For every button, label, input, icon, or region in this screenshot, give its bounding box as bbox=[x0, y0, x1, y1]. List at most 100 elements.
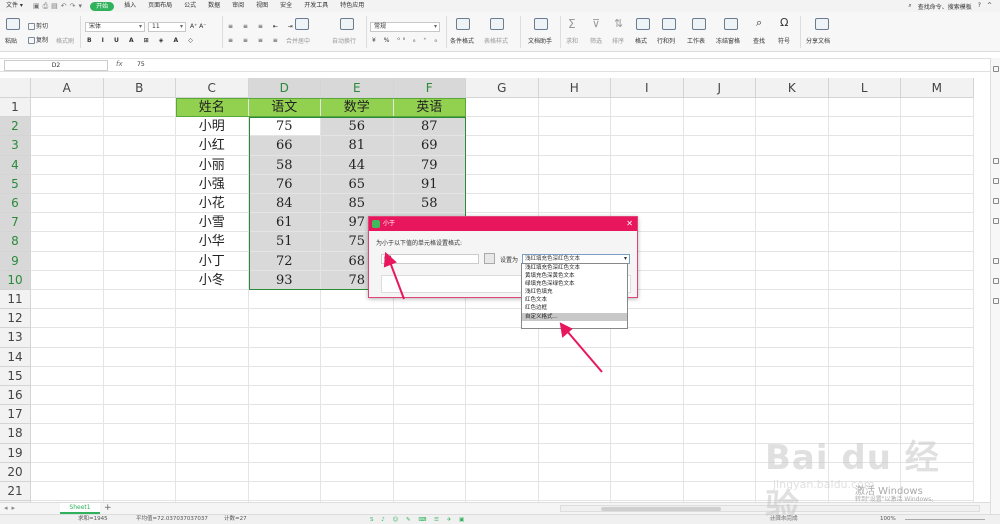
cell-l6[interactable] bbox=[828, 194, 901, 214]
column-header-l[interactable]: L bbox=[828, 78, 901, 98]
cell-b20[interactable] bbox=[103, 462, 176, 482]
row-header-12[interactable]: 12 bbox=[0, 309, 31, 329]
cell-b16[interactable] bbox=[103, 386, 176, 406]
cell-d20[interactable] bbox=[248, 462, 321, 482]
cell-b10[interactable] bbox=[103, 270, 176, 290]
sum-icon[interactable]: Σ bbox=[568, 18, 576, 30]
cell-h13[interactable] bbox=[538, 328, 611, 348]
filter-button[interactable]: 筛选 bbox=[590, 38, 602, 46]
font-name-select[interactable]: 宋体 bbox=[85, 22, 145, 32]
help-icon[interactable]: ? bbox=[978, 2, 981, 11]
cell-a1[interactable] bbox=[31, 98, 104, 118]
cell-b15[interactable] bbox=[103, 366, 176, 386]
cell-l14[interactable] bbox=[828, 347, 901, 367]
cell-c6[interactable]: 小花 bbox=[176, 194, 249, 214]
side-tool-icon[interactable] bbox=[993, 158, 999, 164]
cell-j9[interactable] bbox=[683, 251, 756, 271]
cell-d18[interactable] bbox=[248, 424, 321, 444]
dropdown-option-custom-format[interactable]: 自定义格式... bbox=[522, 312, 627, 321]
cell-j17[interactable] bbox=[683, 405, 756, 425]
cell-b6[interactable] bbox=[103, 194, 176, 214]
cell-d14[interactable] bbox=[248, 347, 321, 367]
preview-icon[interactable]: ▤ bbox=[51, 2, 58, 10]
cell-k15[interactable] bbox=[756, 366, 829, 386]
row-header-5[interactable]: 5 bbox=[0, 174, 31, 194]
cell-h1[interactable] bbox=[538, 98, 611, 118]
cell-c21[interactable] bbox=[176, 482, 249, 502]
cell-m6[interactable] bbox=[901, 194, 974, 214]
cell-e16[interactable] bbox=[321, 386, 394, 406]
cell-g16[interactable] bbox=[466, 386, 539, 406]
cell-k1[interactable] bbox=[756, 98, 829, 118]
worksheet-button[interactable]: 工作表 bbox=[687, 38, 705, 46]
sheet-nav-arrows[interactable]: ◂▸ bbox=[4, 504, 19, 512]
cell-c18[interactable] bbox=[176, 424, 249, 444]
table-style-icon[interactable] bbox=[490, 18, 504, 30]
cell-a9[interactable] bbox=[31, 251, 104, 271]
cell-d4[interactable]: 58 bbox=[248, 155, 321, 175]
column-header-c[interactable]: C bbox=[176, 78, 249, 98]
cell-j7[interactable] bbox=[683, 213, 756, 233]
cell-g4[interactable] bbox=[466, 155, 539, 175]
cell-d10[interactable]: 93 bbox=[248, 270, 321, 290]
save-icon[interactable]: ▣ bbox=[33, 2, 40, 10]
tab-data[interactable]: 数据 bbox=[202, 0, 226, 12]
name-box[interactable]: D2 bbox=[4, 60, 108, 71]
cell-m13[interactable] bbox=[901, 328, 974, 348]
cell-k13[interactable] bbox=[756, 328, 829, 348]
cell-k5[interactable] bbox=[756, 174, 829, 194]
cell-i21[interactable] bbox=[611, 482, 684, 502]
cell-a15[interactable] bbox=[31, 366, 104, 386]
merge-center-button[interactable]: 合并居中 bbox=[286, 38, 310, 46]
worksheet-icon[interactable] bbox=[692, 18, 706, 30]
cell-g2[interactable] bbox=[466, 117, 539, 137]
range-select-icon[interactable] bbox=[484, 253, 495, 264]
row-header-10[interactable]: 10 bbox=[0, 270, 31, 290]
cell-f19[interactable] bbox=[393, 443, 466, 463]
cell-m1[interactable] bbox=[901, 98, 974, 118]
cell-i18[interactable] bbox=[611, 424, 684, 444]
cell-i14[interactable] bbox=[611, 347, 684, 367]
row-header-2[interactable]: 2 bbox=[0, 117, 31, 137]
cell-a3[interactable] bbox=[31, 136, 104, 156]
symbol-icon[interactable]: Ω bbox=[780, 17, 788, 28]
cell-l9[interactable] bbox=[828, 251, 901, 271]
paste-icon[interactable] bbox=[6, 18, 20, 30]
cell-d7[interactable]: 61 bbox=[248, 213, 321, 233]
cell-m3[interactable] bbox=[901, 136, 974, 156]
cell-k6[interactable] bbox=[756, 194, 829, 214]
cell-b17[interactable] bbox=[103, 405, 176, 425]
row-header-6[interactable]: 6 bbox=[0, 194, 31, 214]
cell-e15[interactable] bbox=[321, 366, 394, 386]
cell-j18[interactable] bbox=[683, 424, 756, 444]
cell-k10[interactable] bbox=[756, 270, 829, 290]
cell-d9[interactable]: 72 bbox=[248, 251, 321, 271]
tab-page-layout[interactable]: 页面布局 bbox=[142, 0, 178, 12]
cell-f12[interactable] bbox=[393, 309, 466, 329]
fx-icon[interactable]: fx bbox=[116, 60, 123, 68]
cell-j6[interactable] bbox=[683, 194, 756, 214]
cell-h5[interactable] bbox=[538, 174, 611, 194]
cell-c12[interactable] bbox=[176, 309, 249, 329]
row-col-icon[interactable] bbox=[662, 18, 676, 30]
dropdown-option[interactable]: 绿填充色深绿色文本 bbox=[522, 280, 627, 288]
cell-d2[interactable]: 75 bbox=[248, 117, 321, 137]
cell-a4[interactable] bbox=[31, 155, 104, 175]
cell-m14[interactable] bbox=[901, 347, 974, 367]
side-tool-icon[interactable] bbox=[993, 298, 999, 304]
row-header-11[interactable]: 11 bbox=[0, 290, 31, 310]
cell-a10[interactable] bbox=[31, 270, 104, 290]
side-tool-icon[interactable] bbox=[993, 258, 999, 264]
cell-f6[interactable]: 58 bbox=[393, 194, 466, 214]
cell-f4[interactable]: 79 bbox=[393, 155, 466, 175]
cell-e12[interactable] bbox=[321, 309, 394, 329]
cell-f13[interactable] bbox=[393, 328, 466, 348]
cell-d6[interactable]: 84 bbox=[248, 194, 321, 214]
cell-b18[interactable] bbox=[103, 424, 176, 444]
number-format-select[interactable]: 常规 bbox=[370, 22, 440, 32]
cell-m9[interactable] bbox=[901, 251, 974, 271]
cell-i2[interactable] bbox=[611, 117, 684, 137]
cell-c19[interactable] bbox=[176, 443, 249, 463]
dropdown-option[interactable]: 红色文本 bbox=[522, 296, 627, 304]
cell-f17[interactable] bbox=[393, 405, 466, 425]
